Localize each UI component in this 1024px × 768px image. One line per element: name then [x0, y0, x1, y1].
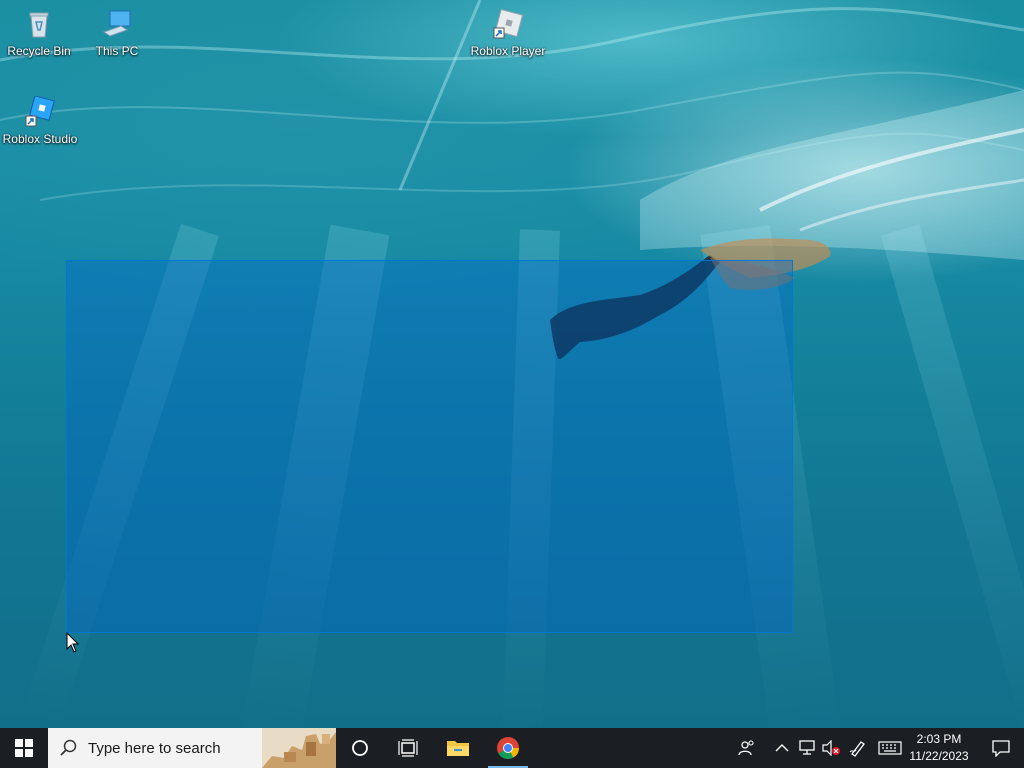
notification-icon [992, 740, 1010, 757]
drag-selection-rectangle [66, 260, 793, 633]
windows-logo-icon [15, 739, 33, 757]
roblox-studio-icon [24, 95, 56, 128]
pen-icon [849, 741, 865, 757]
desktop-icon-this-pc[interactable]: This PC [78, 8, 156, 58]
desktop-icon-label: Roblox Studio [2, 132, 78, 146]
this-pc-icon [101, 8, 133, 40]
search-highlight-illustration-icon [262, 728, 336, 768]
clock[interactable]: 2:03 PM 11/22/2023 [906, 731, 972, 765]
taskbar-search-box[interactable]: Type here to search [48, 728, 336, 768]
start-button[interactable] [0, 728, 48, 768]
desktop-icon-label: This PC [95, 44, 139, 58]
desktop-icon-recycle-bin[interactable]: Recycle Bin [0, 8, 78, 58]
desktop-icon-label: Roblox Player [470, 44, 546, 58]
cortana-button[interactable] [336, 728, 384, 768]
clock-time: 2:03 PM [916, 732, 962, 746]
cortana-circle-icon [352, 740, 368, 756]
desktop-icon-label: Recycle Bin [7, 44, 71, 58]
search-placeholder: Type here to search [88, 740, 221, 757]
chrome-button[interactable] [484, 728, 532, 768]
pen-workspace-button[interactable] [846, 728, 870, 768]
mouse-cursor-icon [66, 632, 80, 653]
chevron-up-icon [775, 744, 789, 752]
people-button[interactable] [734, 728, 760, 768]
volume-button[interactable] [820, 728, 842, 768]
roblox-player-icon [492, 8, 524, 40]
search-icon [60, 739, 77, 756]
taskbar: Type here to search 2:03 PM 11/22/2023 [0, 728, 1024, 768]
action-center-button[interactable] [978, 728, 1024, 768]
keyboard-icon [878, 741, 902, 755]
desktop[interactable]: Recycle Bin This PC Roblox Player Roblox… [0, 0, 1024, 728]
folder-icon [447, 741, 469, 756]
touch-keyboard-button[interactable] [876, 728, 904, 768]
network-button[interactable] [796, 728, 818, 768]
task-view-button[interactable] [384, 728, 432, 768]
desktop-icon-roblox-studio[interactable]: Roblox Studio [0, 95, 80, 146]
network-wired-icon [799, 740, 815, 755]
show-hidden-icons-button[interactable] [772, 728, 792, 768]
clock-date: 11/22/2023 [909, 749, 969, 763]
desktop-icon-roblox-player[interactable]: Roblox Player [468, 8, 548, 58]
recycle-bin-icon [23, 8, 55, 40]
chrome-icon [497, 737, 519, 759]
file-explorer-button[interactable] [434, 728, 482, 768]
people-icon [738, 740, 754, 756]
volume-muted-icon [822, 740, 840, 756]
light-ray [880, 224, 1024, 728]
task-view-icon [398, 739, 418, 757]
